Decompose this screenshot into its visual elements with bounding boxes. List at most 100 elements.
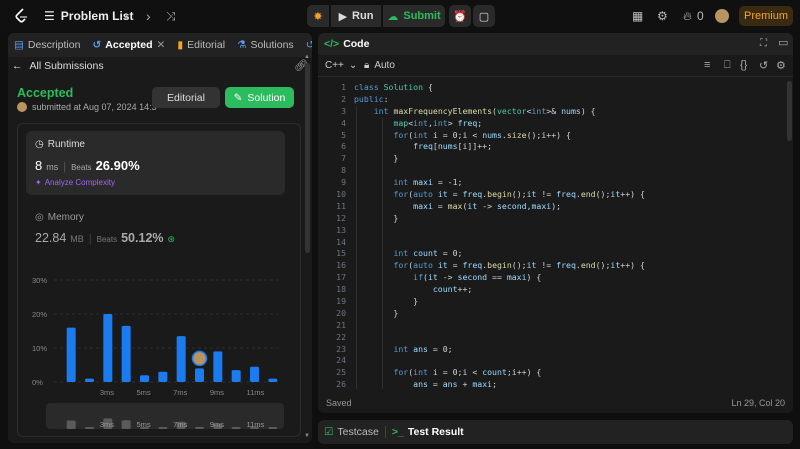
code-line: for(int i = 0;i < nums.size();i++) { (393, 129, 571, 140)
code-brackets-icon: </> (324, 38, 340, 50)
scroll-down-icon[interactable]: ▼ (304, 433, 310, 439)
code-panel: </> Code ⛶ ▭ C++ ⌄ 🔒︎ Auto ≡ ⎕ {} ↺ ⚙ 12345… (318, 33, 793, 413)
mini-x-tick-label: 5ms (137, 420, 151, 429)
code-line: int count = 0; (393, 248, 463, 259)
braces-icon[interactable]: {} (740, 59, 747, 71)
save-status: Saved (326, 398, 352, 408)
auto-mode-toggle[interactable]: 🔒︎ Auto (364, 60, 395, 71)
code-line: int maxi = -1; (393, 177, 463, 188)
submit-button[interactable]: ☁ Submit (383, 5, 445, 27)
layout-icon[interactable]: ▦ (632, 9, 643, 23)
code-line: } (354, 153, 399, 164)
notes-button[interactable]: ▢ (473, 5, 495, 27)
code-title: </> Code (324, 38, 370, 50)
code-line: public: (354, 93, 389, 104)
code-line: ans = ans + maxi; (413, 379, 497, 389)
code-line: for(auto it = freq.begin();it != freq.en… (393, 260, 645, 271)
line-number: 7 (341, 153, 346, 164)
minimize-icon[interactable]: ▭ (778, 36, 788, 49)
scrollbar[interactable] (305, 63, 310, 253)
code-line: maxi = max(it -> second,maxi); (413, 200, 562, 211)
line-number: 11 (336, 200, 346, 211)
alarm-icon: ⏰ (453, 10, 467, 23)
line-number: 6 (341, 141, 346, 152)
tab-testcase[interactable]: ☑ Testcase (318, 420, 385, 444)
code-editor[interactable]: class Solution {public: int maxFrequency… (354, 82, 784, 389)
line-numbers: 1 2 3 4 5 6 7 8 9 10 11 12 13 14 15 16 17 18 19 20 21 22 23 24 2… (318, 82, 346, 391)
mini-chart-bar (195, 426, 204, 429)
code-line: if(it -> second == maxi) { (413, 272, 542, 283)
line-number: 17 (336, 272, 346, 283)
line-number: 5 (341, 129, 346, 140)
bookmark-icon[interactable]: ⎕ (724, 59, 731, 72)
reset-icon[interactable]: ↺ (759, 59, 768, 72)
avatar[interactable] (715, 9, 729, 23)
line-number: 16 (336, 260, 346, 271)
cloud-upload-icon: ☁ (387, 10, 399, 23)
line-number: 8 (341, 165, 346, 176)
code-line: count++; (432, 284, 473, 295)
code-line: } (354, 296, 419, 307)
line-number: 14 (336, 236, 346, 247)
prev-problem-icon[interactable]: ‹ (124, 8, 129, 24)
terminal-icon: >_ (391, 426, 404, 438)
mini-chart: 3ms 5ms 7ms 9ms 11ms (66, 418, 278, 429)
settings-icon[interactable]: ⚙ (776, 59, 786, 72)
mini-chart-bar (268, 427, 278, 429)
scroll-up-icon[interactable]: ▲ (304, 54, 310, 60)
mini-x-tick-label: 11ms (247, 420, 265, 429)
line-number: 1 (341, 82, 346, 92)
chevron-down-icon: ⌄ (348, 60, 358, 71)
code-line: } (354, 212, 399, 223)
mini-chart-bar (66, 420, 76, 429)
line-number: 13 (336, 224, 346, 235)
bug-icon: ✸ (313, 10, 323, 23)
streak-flame-icon[interactable]: 🔥︎ (683, 9, 692, 24)
editor-scrollbar[interactable] (787, 81, 792, 141)
line-number: 18 (336, 284, 346, 295)
mini-x-tick-label: 7ms (173, 420, 187, 429)
line-number: 21 (336, 319, 346, 330)
run-button[interactable]: ▶ Run (331, 5, 381, 27)
line-number: 22 (336, 331, 346, 342)
code-header: </> Code ⛶ ▭ (318, 33, 793, 55)
streak-count: 0 (697, 9, 704, 23)
premium-button[interactable]: Premium (739, 6, 793, 26)
cursor-position: Ln 29, Col 20 (731, 398, 785, 408)
console-panel: ☑ Testcase >_ Test Result (318, 420, 793, 444)
line-number: 20 (336, 307, 346, 318)
line-number: 9 (341, 177, 346, 188)
shuffle-icon[interactable]: ⤨ (166, 9, 176, 24)
code-line: int maxFrequencyElements(vector<int>& nu… (373, 105, 596, 116)
problem-list-button[interactable]: ☰ Problem List (44, 9, 133, 23)
line-number: 10 (336, 189, 346, 200)
format-icon[interactable]: ≡ (704, 59, 710, 71)
checkbox-icon: ☑ (324, 426, 334, 438)
note-icon: ▢ (478, 10, 490, 23)
code-line: for(auto it = freq.begin();it != freq.en… (393, 189, 645, 200)
settings-gear-icon[interactable]: ⚙ (657, 9, 668, 23)
leetcode-logo-icon[interactable] (14, 8, 30, 24)
line-number: 3 (341, 105, 346, 116)
list-icon: ☰ (44, 9, 55, 23)
mini-chart-bar (85, 427, 94, 429)
next-problem-icon[interactable]: › (146, 8, 151, 24)
timer-button[interactable]: ⏰ (449, 5, 471, 27)
code-line: freq[nums[i]]++; (413, 141, 493, 152)
lock-icon: 🔒︎ (364, 60, 370, 71)
line-number: 12 (336, 212, 346, 223)
play-icon: ▶ (338, 10, 348, 23)
debug-button[interactable]: ✸ (307, 5, 329, 27)
code-line: int ans = 0; (393, 343, 453, 354)
mini-x-tick-label: 3ms (100, 420, 114, 429)
expand-icon[interactable]: ⛶ (760, 38, 767, 49)
mini-chart-bar (121, 420, 131, 429)
tab-test-result[interactable]: >_ Test Result (386, 420, 470, 444)
line-number: 24 (336, 355, 346, 366)
language-select[interactable]: C++ ⌄ (325, 60, 357, 71)
line-number: 15 (336, 248, 346, 259)
